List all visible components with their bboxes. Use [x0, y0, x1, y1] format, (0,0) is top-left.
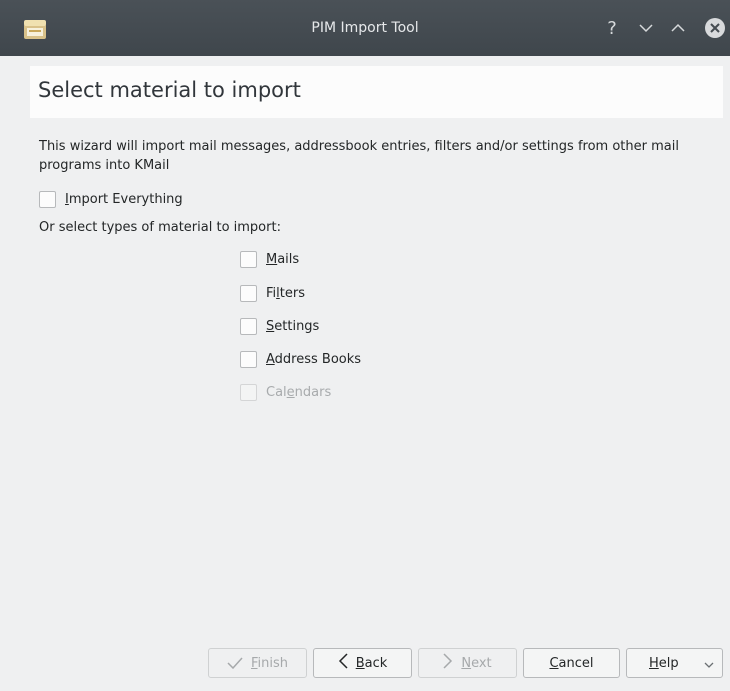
close-icon[interactable]: [703, 16, 727, 40]
settings-label: Settings: [266, 318, 320, 334]
next-label: Next: [461, 655, 492, 671]
import-everything-label: Import Everything: [65, 191, 183, 207]
mails-label: Mails: [266, 251, 300, 267]
chevron-down-icon: [704, 658, 714, 673]
page-title: Select material to import: [38, 78, 301, 102]
minimize-icon[interactable]: [634, 16, 658, 40]
checkbox-box[interactable]: [240, 317, 257, 335]
address-books-checkbox[interactable]: Address Books: [240, 349, 361, 369]
checkbox-box[interactable]: [240, 350, 257, 368]
mails-checkbox[interactable]: Mails: [240, 249, 299, 269]
wizard-description: This wizard will import mail messages, a…: [39, 139, 679, 173]
cancel-button[interactable]: Cancel: [523, 648, 620, 678]
back-button[interactable]: Back: [313, 648, 412, 678]
maximize-icon[interactable]: [666, 16, 690, 40]
back-label: Back: [355, 655, 388, 671]
help-label: Help: [649, 655, 679, 671]
checkbox-box[interactable]: [240, 284, 257, 302]
cancel-label: Cancel: [549, 655, 594, 671]
finish-button: Finish: [208, 648, 307, 678]
select-types-label: Or select types of material to import:: [39, 220, 281, 235]
settings-checkbox[interactable]: Settings: [240, 316, 319, 336]
checkbox-box[interactable]: [240, 250, 257, 268]
next-button: Next: [418, 648, 517, 678]
checkmark-icon: [227, 654, 243, 673]
finish-label: Finish: [250, 655, 289, 671]
chevron-right-icon: [443, 653, 453, 673]
filters-label: Filters: [266, 285, 305, 301]
wizard-header: Select material to import: [30, 66, 723, 118]
checkbox-box: [240, 383, 257, 401]
import-everything-checkbox[interactable]: Import Everything: [39, 189, 183, 209]
calendars-label: Calendars: [266, 384, 332, 400]
checkbox-box[interactable]: [39, 190, 56, 208]
filters-checkbox[interactable]: Filters: [240, 283, 305, 303]
chevron-left-icon: [338, 653, 348, 673]
address-books-label: Address Books: [266, 351, 362, 367]
calendars-checkbox: Calendars: [240, 382, 331, 402]
title-bar: PIM Import Tool ?: [0, 0, 730, 56]
help-button[interactable]: Help: [626, 648, 723, 678]
help-icon[interactable]: ?: [600, 16, 624, 40]
